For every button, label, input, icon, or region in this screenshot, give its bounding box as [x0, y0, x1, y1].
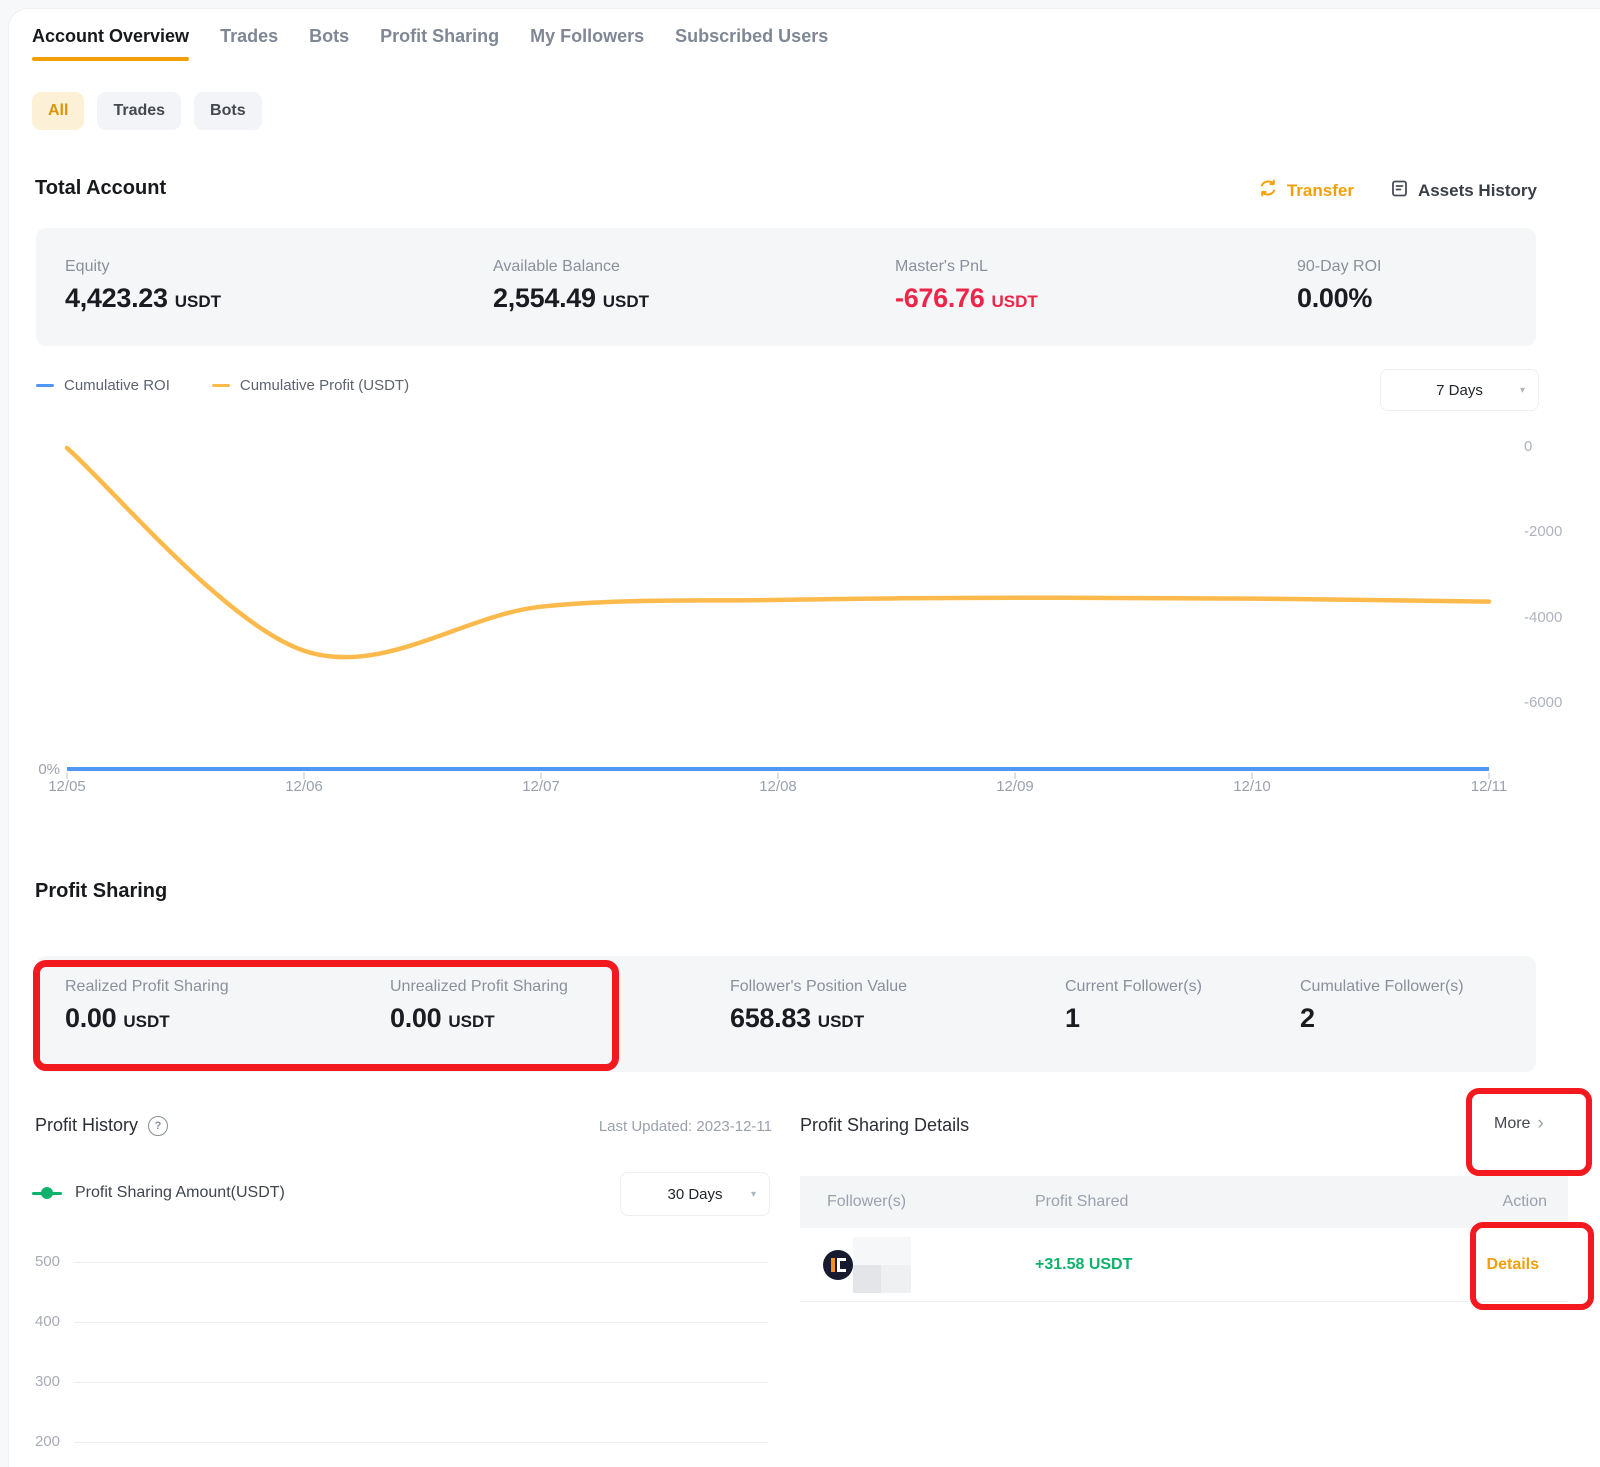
filter-trades[interactable]: Trades	[97, 92, 181, 130]
filter-all[interactable]: All	[32, 92, 84, 130]
tab-profit-sharing[interactable]: Profit Sharing	[380, 26, 499, 61]
col-profit-shared: Profit Shared	[1035, 1193, 1448, 1211]
cumulative-profit-line	[67, 448, 1489, 657]
tab-trades[interactable]: Trades	[220, 26, 278, 61]
total-account-title: Total Account	[35, 177, 166, 200]
stat-90day-roi: 90-Day ROI 0.00%	[1297, 258, 1381, 314]
profit-history-range-select[interactable]: 30 Days ▾	[620, 1172, 770, 1216]
profit-shared-value: +31.58 USDT	[1035, 1256, 1448, 1274]
chart-range-select[interactable]: 7 Days ▾	[1380, 369, 1539, 411]
profit-sharing-details-title: Profit Sharing Details	[800, 1115, 969, 1136]
transfer-button[interactable]: Transfer	[1258, 178, 1354, 203]
profit-history-title: Profit History	[35, 1115, 138, 1136]
follower-avatar	[823, 1250, 853, 1280]
details-table-row: +31.58 USDT Details	[800, 1228, 1568, 1302]
copy-trading-account-page: Account Overview Trades Bots Profit Shar…	[0, 0, 1600, 1467]
caret-down-icon: ▾	[1520, 385, 1525, 396]
assets-history-label: Assets History	[1418, 181, 1537, 201]
tab-subscribed-users[interactable]: Subscribed Users	[675, 26, 828, 61]
filter-bots[interactable]: Bots	[194, 92, 262, 130]
legend-cumulative-roi[interactable]: Cumulative ROI	[36, 377, 170, 394]
profit-sharing-title: Profit Sharing	[35, 880, 167, 903]
assets-history-button[interactable]: Assets History	[1390, 179, 1537, 203]
caret-down-icon: ▾	[751, 1189, 756, 1200]
details-table-header: Follower(s) Profit Shared Action	[800, 1176, 1568, 1228]
total-account-actions: Transfer Assets History	[1258, 178, 1537, 203]
assets-history-icon	[1390, 179, 1409, 203]
details-button[interactable]: Details	[1448, 1256, 1568, 1274]
filter-pills: All Trades Bots	[32, 92, 262, 130]
profit-history-header: Profit History ?	[35, 1115, 168, 1136]
main-chart-legend: Cumulative ROI Cumulative Profit (USDT)	[36, 377, 409, 394]
stat-unrealized-profit-sharing: Unrealized Profit Sharing 0.00USDT	[390, 978, 568, 1034]
redacted-follower-name	[853, 1237, 911, 1293]
stat-equity: Equity 4,423.23USDT	[65, 258, 221, 314]
account-performance-chart	[0, 420, 1600, 816]
profit-amount-legend-marker	[32, 1187, 62, 1199]
col-action: Action	[1448, 1193, 1568, 1211]
transfer-icon	[1258, 178, 1278, 203]
stat-current-followers: Current Follower(s) 1	[1065, 978, 1202, 1034]
legend-cumulative-profit[interactable]: Cumulative Profit (USDT)	[212, 377, 409, 394]
transfer-label: Transfer	[1287, 181, 1354, 201]
roi-legend-swatch	[36, 384, 54, 387]
tab-my-followers[interactable]: My Followers	[530, 26, 644, 61]
more-button[interactable]: More ›	[1494, 1115, 1544, 1133]
stat-cumulative-followers: Cumulative Follower(s) 2	[1300, 978, 1464, 1034]
tab-account-overview[interactable]: Account Overview	[32, 26, 189, 61]
stat-realized-profit-sharing: Realized Profit Sharing 0.00USDT	[65, 978, 229, 1034]
total-account-stats-card: Equity 4,423.23USDT Available Balance 2,…	[36, 228, 1536, 346]
follower-cell	[827, 1235, 1035, 1295]
help-icon[interactable]: ?	[148, 1116, 168, 1136]
stat-available-balance: Available Balance 2,554.49USDT	[493, 258, 649, 314]
profit-amount-legend-label: Profit Sharing Amount(USDT)	[75, 1184, 285, 1202]
stat-masters-pnl: Master's PnL -676.76USDT	[895, 258, 1038, 314]
profit-history-legend[interactable]: Profit Sharing Amount(USDT)	[32, 1184, 285, 1202]
stat-followers-position-value: Follower's Position Value 658.83USDT	[730, 978, 907, 1034]
chevron-right-icon: ›	[1537, 1116, 1543, 1132]
top-tab-bar: Account Overview Trades Bots Profit Shar…	[32, 26, 828, 61]
profit-sharing-stats-card: Realized Profit Sharing 0.00USDT Unreali…	[36, 956, 1536, 1072]
col-followers: Follower(s)	[827, 1193, 1035, 1211]
tab-bots[interactable]: Bots	[309, 26, 349, 61]
profit-legend-swatch	[212, 384, 230, 387]
last-updated-text: Last Updated: 2023-12-11	[472, 1118, 772, 1135]
